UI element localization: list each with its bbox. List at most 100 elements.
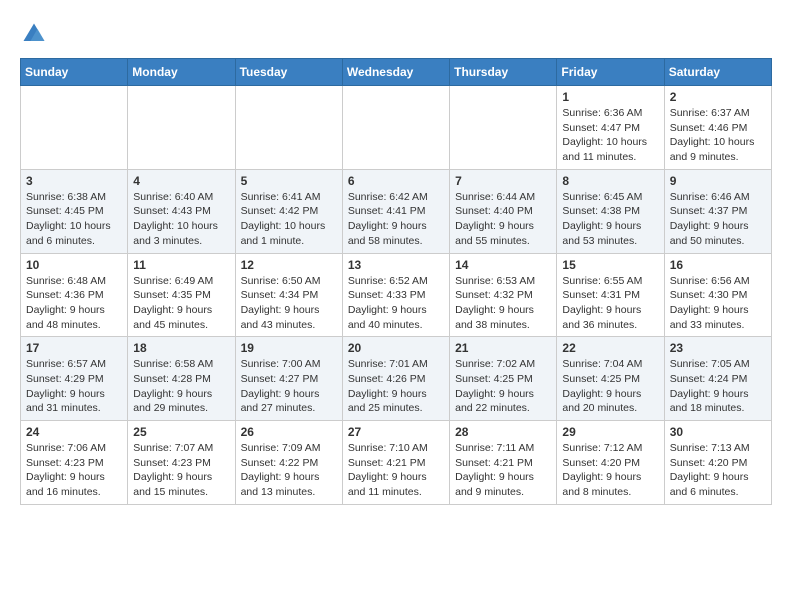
logo <box>20 20 52 48</box>
week-row-2: 3 Sunrise: 6:38 AM Sunset: 4:45 PM Daylig… <box>21 169 772 253</box>
day-info: Sunrise: 7:10 AM Sunset: 4:21 PM Dayligh… <box>348 441 444 500</box>
day-info: Sunrise: 6:40 AM Sunset: 4:43 PM Dayligh… <box>133 190 229 249</box>
header <box>20 20 772 48</box>
day-number: 19 <box>241 341 337 355</box>
day-number: 25 <box>133 425 229 439</box>
day-info: Sunrise: 6:45 AM Sunset: 4:38 PM Dayligh… <box>562 190 658 249</box>
day-number: 12 <box>241 258 337 272</box>
day-cell: 19 Sunrise: 7:00 AM Sunset: 4:27 PM Dayli… <box>235 337 342 421</box>
day-info: Sunrise: 7:06 AM Sunset: 4:23 PM Dayligh… <box>26 441 122 500</box>
day-info: Sunrise: 6:52 AM Sunset: 4:33 PM Dayligh… <box>348 274 444 333</box>
day-number: 3 <box>26 174 122 188</box>
day-info: Sunrise: 6:53 AM Sunset: 4:32 PM Dayligh… <box>455 274 551 333</box>
day-header-tuesday: Tuesday <box>235 59 342 86</box>
week-row-3: 10 Sunrise: 6:48 AM Sunset: 4:36 PM Dayli… <box>21 253 772 337</box>
day-number: 1 <box>562 90 658 104</box>
day-cell: 17 Sunrise: 6:57 AM Sunset: 4:29 PM Dayli… <box>21 337 128 421</box>
day-number: 2 <box>670 90 766 104</box>
day-cell: 3 Sunrise: 6:38 AM Sunset: 4:45 PM Daylig… <box>21 169 128 253</box>
day-cell: 7Sunrise: 6:44 AM Sunset: 4:40 PM Daylig… <box>450 169 557 253</box>
day-info: Sunrise: 7:11 AM Sunset: 4:21 PM Dayligh… <box>455 441 551 500</box>
day-number: 27 <box>348 425 444 439</box>
day-cell: 2 Sunrise: 6:37 AM Sunset: 4:46 PM Daylig… <box>664 86 771 170</box>
day-cell <box>235 86 342 170</box>
day-info: Sunrise: 7:02 AM Sunset: 4:25 PM Dayligh… <box>455 357 551 416</box>
day-number: 13 <box>348 258 444 272</box>
day-cell: 8 Sunrise: 6:45 AM Sunset: 4:38 PM Daylig… <box>557 169 664 253</box>
day-info: Sunrise: 6:44 AM Sunset: 4:40 PM Dayligh… <box>455 190 551 249</box>
day-info: Sunrise: 7:09 AM Sunset: 4:22 PM Dayligh… <box>241 441 337 500</box>
day-number: 9 <box>670 174 766 188</box>
day-cell: 18 Sunrise: 6:58 AM Sunset: 4:28 PM Dayli… <box>128 337 235 421</box>
day-number: 21 <box>455 341 551 355</box>
day-number: 30 <box>670 425 766 439</box>
day-info: Sunrise: 7:04 AM Sunset: 4:25 PM Dayligh… <box>562 357 658 416</box>
calendar-table: SundayMondayTuesdayWednesdayThursdayFrid… <box>20 58 772 505</box>
day-cell: 10 Sunrise: 6:48 AM Sunset: 4:36 PM Dayli… <box>21 253 128 337</box>
day-cell: 16 Sunrise: 6:56 AM Sunset: 4:30 PM Dayli… <box>664 253 771 337</box>
day-info: Sunrise: 6:48 AM Sunset: 4:36 PM Dayligh… <box>26 274 122 333</box>
day-cell <box>21 86 128 170</box>
day-cell: 23Sunrise: 7:05 AM Sunset: 4:24 PM Dayli… <box>664 337 771 421</box>
day-cell: 20Sunrise: 7:01 AM Sunset: 4:26 PM Dayli… <box>342 337 449 421</box>
day-cell <box>342 86 449 170</box>
day-cell: 24 Sunrise: 7:06 AM Sunset: 4:23 PM Dayli… <box>21 421 128 505</box>
day-cell: 1 Sunrise: 6:36 AM Sunset: 4:47 PM Daylig… <box>557 86 664 170</box>
day-cell: 29Sunrise: 7:12 AM Sunset: 4:20 PM Dayli… <box>557 421 664 505</box>
day-cell: 14 Sunrise: 6:53 AM Sunset: 4:32 PM Dayli… <box>450 253 557 337</box>
day-headers-row: SundayMondayTuesdayWednesdayThursdayFrid… <box>21 59 772 86</box>
week-row-4: 17 Sunrise: 6:57 AM Sunset: 4:29 PM Dayli… <box>21 337 772 421</box>
day-info: Sunrise: 6:49 AM Sunset: 4:35 PM Dayligh… <box>133 274 229 333</box>
day-cell: 30 Sunrise: 7:13 AM Sunset: 4:20 PM Dayli… <box>664 421 771 505</box>
day-info: Sunrise: 6:56 AM Sunset: 4:30 PM Dayligh… <box>670 274 766 333</box>
day-info: Sunrise: 6:46 AM Sunset: 4:37 PM Dayligh… <box>670 190 766 249</box>
day-cell: 15 Sunrise: 6:55 AM Sunset: 4:31 PM Dayli… <box>557 253 664 337</box>
day-number: 4 <box>133 174 229 188</box>
day-cell <box>450 86 557 170</box>
day-header-thursday: Thursday <box>450 59 557 86</box>
day-info: Sunrise: 6:57 AM Sunset: 4:29 PM Dayligh… <box>26 357 122 416</box>
day-info: Sunrise: 7:05 AM Sunset: 4:24 PM Dayligh… <box>670 357 766 416</box>
day-number: 10 <box>26 258 122 272</box>
day-info: Sunrise: 7:07 AM Sunset: 4:23 PM Dayligh… <box>133 441 229 500</box>
day-info: Sunrise: 6:42 AM Sunset: 4:41 PM Dayligh… <box>348 190 444 249</box>
day-cell: 26Sunrise: 7:09 AM Sunset: 4:22 PM Dayli… <box>235 421 342 505</box>
day-info: Sunrise: 6:37 AM Sunset: 4:46 PM Dayligh… <box>670 106 766 165</box>
day-number: 5 <box>241 174 337 188</box>
day-number: 22 <box>562 341 658 355</box>
day-info: Sunrise: 6:36 AM Sunset: 4:47 PM Dayligh… <box>562 106 658 165</box>
day-info: Sunrise: 6:41 AM Sunset: 4:42 PM Dayligh… <box>241 190 337 249</box>
day-info: Sunrise: 6:38 AM Sunset: 4:45 PM Dayligh… <box>26 190 122 249</box>
day-info: Sunrise: 6:55 AM Sunset: 4:31 PM Dayligh… <box>562 274 658 333</box>
day-header-wednesday: Wednesday <box>342 59 449 86</box>
day-header-friday: Friday <box>557 59 664 86</box>
day-info: Sunrise: 7:00 AM Sunset: 4:27 PM Dayligh… <box>241 357 337 416</box>
day-number: 24 <box>26 425 122 439</box>
day-number: 17 <box>26 341 122 355</box>
day-info: Sunrise: 7:01 AM Sunset: 4:26 PM Dayligh… <box>348 357 444 416</box>
day-number: 18 <box>133 341 229 355</box>
day-info: Sunrise: 7:13 AM Sunset: 4:20 PM Dayligh… <box>670 441 766 500</box>
day-cell: 22 Sunrise: 7:04 AM Sunset: 4:25 PM Dayli… <box>557 337 664 421</box>
day-cell: 13 Sunrise: 6:52 AM Sunset: 4:33 PM Dayli… <box>342 253 449 337</box>
day-number: 15 <box>562 258 658 272</box>
day-cell: 25 Sunrise: 7:07 AM Sunset: 4:23 PM Dayli… <box>128 421 235 505</box>
day-header-monday: Monday <box>128 59 235 86</box>
day-cell: 9 Sunrise: 6:46 AM Sunset: 4:37 PM Daylig… <box>664 169 771 253</box>
day-number: 16 <box>670 258 766 272</box>
day-info: Sunrise: 6:50 AM Sunset: 4:34 PM Dayligh… <box>241 274 337 333</box>
day-cell: 21 Sunrise: 7:02 AM Sunset: 4:25 PM Dayli… <box>450 337 557 421</box>
day-cell: 4 Sunrise: 6:40 AM Sunset: 4:43 PM Daylig… <box>128 169 235 253</box>
day-info: Sunrise: 6:58 AM Sunset: 4:28 PM Dayligh… <box>133 357 229 416</box>
logo-icon <box>20 20 48 48</box>
day-cell: 27 Sunrise: 7:10 AM Sunset: 4:21 PM Dayli… <box>342 421 449 505</box>
day-header-sunday: Sunday <box>21 59 128 86</box>
day-cell: 5 Sunrise: 6:41 AM Sunset: 4:42 PM Daylig… <box>235 169 342 253</box>
day-cell: 11Sunrise: 6:49 AM Sunset: 4:35 PM Dayli… <box>128 253 235 337</box>
day-number: 14 <box>455 258 551 272</box>
week-row-1: 1 Sunrise: 6:36 AM Sunset: 4:47 PM Daylig… <box>21 86 772 170</box>
day-number: 8 <box>562 174 658 188</box>
day-cell: 28Sunrise: 7:11 AM Sunset: 4:21 PM Dayli… <box>450 421 557 505</box>
week-row-5: 24 Sunrise: 7:06 AM Sunset: 4:23 PM Dayli… <box>21 421 772 505</box>
day-info: Sunrise: 7:12 AM Sunset: 4:20 PM Dayligh… <box>562 441 658 500</box>
